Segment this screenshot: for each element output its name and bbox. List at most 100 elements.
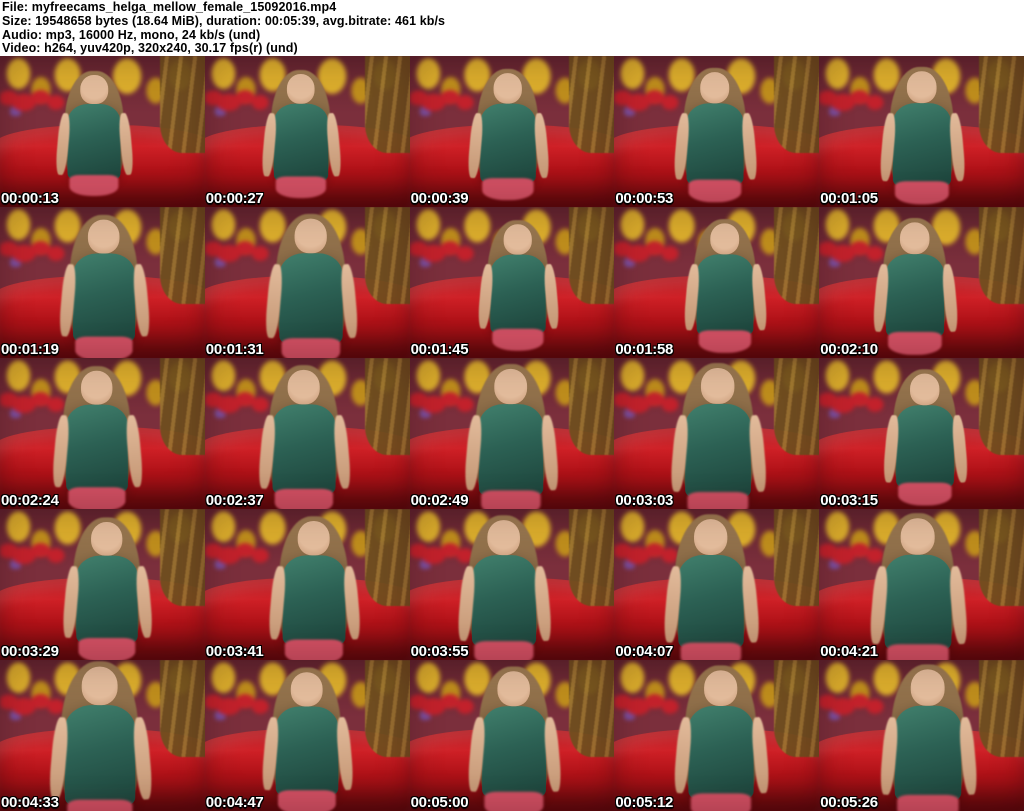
video-frame-thumbnail: 00:04:21 xyxy=(819,509,1024,660)
figure-skirt xyxy=(275,489,334,509)
frame-timestamp: 00:01:58 xyxy=(615,341,674,358)
person-figure xyxy=(863,218,966,358)
curtain-decoration xyxy=(569,56,615,153)
curtain-decoration xyxy=(364,660,410,757)
person-figure xyxy=(663,665,779,811)
figure-face xyxy=(80,75,109,105)
figure-torso xyxy=(68,104,121,180)
figure-skirt xyxy=(78,638,136,660)
figure-skirt xyxy=(281,338,341,358)
figure-torso xyxy=(272,404,336,495)
person-figure xyxy=(469,220,567,358)
figure-skirt xyxy=(285,639,344,660)
feather-boa-decoration xyxy=(614,237,685,268)
figure-face xyxy=(910,669,945,707)
figure-torso xyxy=(685,404,751,498)
video-frame-thumbnail: 00:01:45 xyxy=(409,207,615,358)
video-frame-thumbnail: 00:01:31 xyxy=(204,207,410,358)
frame-timestamp: 00:00:53 xyxy=(615,190,674,207)
figure-face xyxy=(91,522,124,557)
frame-timestamp: 00:05:26 xyxy=(820,794,878,811)
frame-timestamp: 00:02:24 xyxy=(1,492,59,509)
figure-skirt xyxy=(680,642,742,660)
person-figure xyxy=(868,664,986,811)
curtain-decoration xyxy=(364,56,410,153)
figure-face xyxy=(287,370,321,405)
figure-torso xyxy=(686,103,744,185)
figure-face xyxy=(503,224,533,256)
figure-torso xyxy=(472,555,536,647)
person-figure xyxy=(457,666,571,811)
figure-skirt xyxy=(894,181,949,205)
figure-torso xyxy=(478,404,544,496)
curtain-decoration xyxy=(159,660,205,757)
video-frame-thumbnail: 00:04:07 xyxy=(614,509,820,660)
video-frame-thumbnail: 00:01:05 xyxy=(819,56,1024,207)
frame-timestamp: 00:01:19 xyxy=(1,341,59,358)
curtain-decoration xyxy=(774,207,820,304)
person-figure xyxy=(258,516,370,660)
person-figure xyxy=(858,513,977,660)
curtain-decoration xyxy=(978,509,1024,606)
video-info-line: Video: h264, yuv420p, 320x240, 30.17 fps… xyxy=(2,41,298,56)
video-frame-thumbnail: 00:04:47 xyxy=(204,660,410,811)
frame-timestamp: 00:01:05 xyxy=(820,190,878,207)
file-name-line: File: myfreecams_helga_mellow_female_150… xyxy=(2,0,337,14)
video-frame-thumbnail: 00:03:29 xyxy=(0,509,205,660)
frame-timestamp: 00:01:31 xyxy=(205,341,264,358)
frame-timestamp: 00:00:13 xyxy=(1,190,59,207)
figure-face xyxy=(693,519,728,556)
figure-skirt xyxy=(474,641,534,660)
curtain-decoration xyxy=(364,207,410,304)
figure-torso xyxy=(678,555,744,649)
person-figure xyxy=(252,667,363,811)
person-figure xyxy=(253,70,350,207)
figure-torso xyxy=(894,706,961,801)
person-figure xyxy=(47,71,141,207)
frame-timestamp: 00:04:47 xyxy=(205,794,264,811)
figure-torso xyxy=(76,556,138,644)
figure-skirt xyxy=(492,329,544,351)
frame-timestamp: 00:02:49 xyxy=(410,492,469,509)
video-frame-thumbnail: 00:04:33 xyxy=(0,660,205,811)
figure-torso xyxy=(884,555,951,650)
video-frame-thumbnail: 00:00:39 xyxy=(409,56,615,207)
video-frame-thumbnail: 00:05:26 xyxy=(819,660,1024,811)
video-frame-thumbnail: 00:03:15 xyxy=(819,358,1024,509)
frame-timestamp: 00:03:55 xyxy=(410,643,469,660)
frame-timestamp: 00:00:39 xyxy=(410,190,469,207)
figure-face xyxy=(297,521,331,556)
figure-face xyxy=(710,223,740,255)
figure-face xyxy=(493,73,523,104)
video-frame-thumbnail: 00:05:12 xyxy=(614,660,820,811)
video-frame-thumbnail: 00:00:27 xyxy=(204,56,410,207)
figure-skirt xyxy=(698,330,751,353)
person-figure xyxy=(454,364,568,509)
figure-torso xyxy=(66,405,129,493)
figure-torso xyxy=(65,705,136,806)
frame-timestamp: 00:03:29 xyxy=(1,643,59,660)
figure-face xyxy=(497,671,531,707)
video-frame-thumbnail: 00:01:58 xyxy=(614,207,820,358)
frame-timestamp: 00:02:10 xyxy=(820,341,878,358)
figure-torso xyxy=(885,254,944,337)
curtain-decoration xyxy=(364,509,410,606)
person-figure xyxy=(248,365,360,509)
frame-timestamp: 00:04:07 xyxy=(615,643,674,660)
person-figure xyxy=(870,66,974,207)
curtain-decoration xyxy=(774,660,820,757)
video-frame-thumbnail: 00:03:41 xyxy=(204,509,410,660)
figure-face xyxy=(287,74,316,105)
figure-skirt xyxy=(68,487,126,509)
person-figure xyxy=(674,219,775,358)
curtain-decoration xyxy=(978,56,1024,153)
figure-skirt xyxy=(688,179,742,203)
figure-torso xyxy=(696,254,753,336)
frame-timestamp: 00:05:12 xyxy=(615,794,674,811)
figure-torso xyxy=(895,405,954,488)
video-frame-thumbnail: 00:02:24 xyxy=(0,358,205,509)
figure-skirt xyxy=(886,644,949,660)
figure-face xyxy=(82,666,119,706)
person-figure xyxy=(49,215,159,358)
figure-skirt xyxy=(484,792,544,811)
